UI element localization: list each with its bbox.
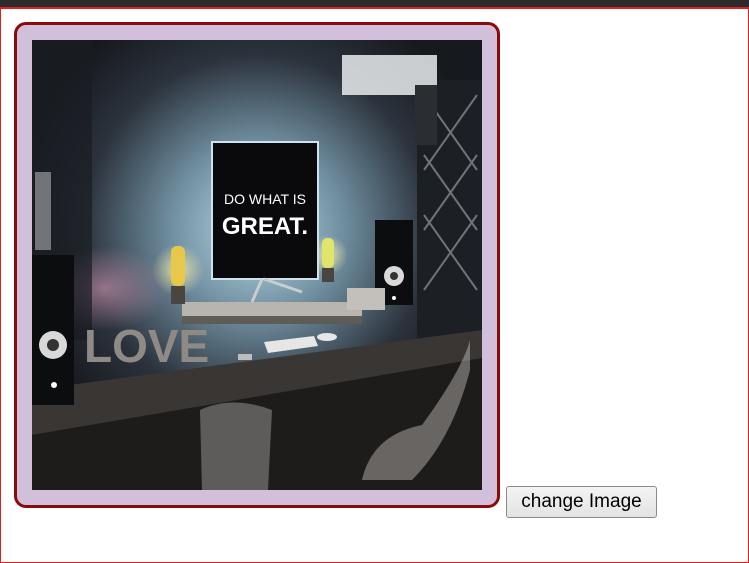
love-letters: LOVE xyxy=(84,320,209,372)
desk-photo: DO WHAT IS GREAT. LOVE xyxy=(32,40,482,490)
phone xyxy=(238,354,252,360)
mouse xyxy=(317,333,337,341)
monitor-text-line2: GREAT. xyxy=(222,213,308,240)
monitor-riser xyxy=(182,302,362,316)
top-strip xyxy=(0,0,749,9)
desk-box xyxy=(347,288,385,310)
right-lamp xyxy=(322,238,334,268)
left-lamp-base xyxy=(171,286,185,304)
image-frame: DO WHAT IS GREAT. LOVE xyxy=(14,22,500,508)
monitor-text-line1: DO WHAT IS xyxy=(224,191,306,207)
change-image-button[interactable]: change Image xyxy=(506,486,657,518)
right-speaker-led xyxy=(392,296,396,300)
cabinet-dark xyxy=(415,85,437,145)
left-lamp xyxy=(171,246,185,286)
wall-frame xyxy=(35,172,51,250)
left-speaker-cone-inner xyxy=(47,339,59,351)
left-speaker-led xyxy=(51,382,57,388)
left-chair xyxy=(200,402,272,490)
monitor xyxy=(211,141,319,280)
right-speaker-cone-inner xyxy=(390,272,398,280)
desk-scene: DO WHAT IS GREAT. LOVE xyxy=(32,40,482,490)
right-lamp-base xyxy=(322,268,334,282)
